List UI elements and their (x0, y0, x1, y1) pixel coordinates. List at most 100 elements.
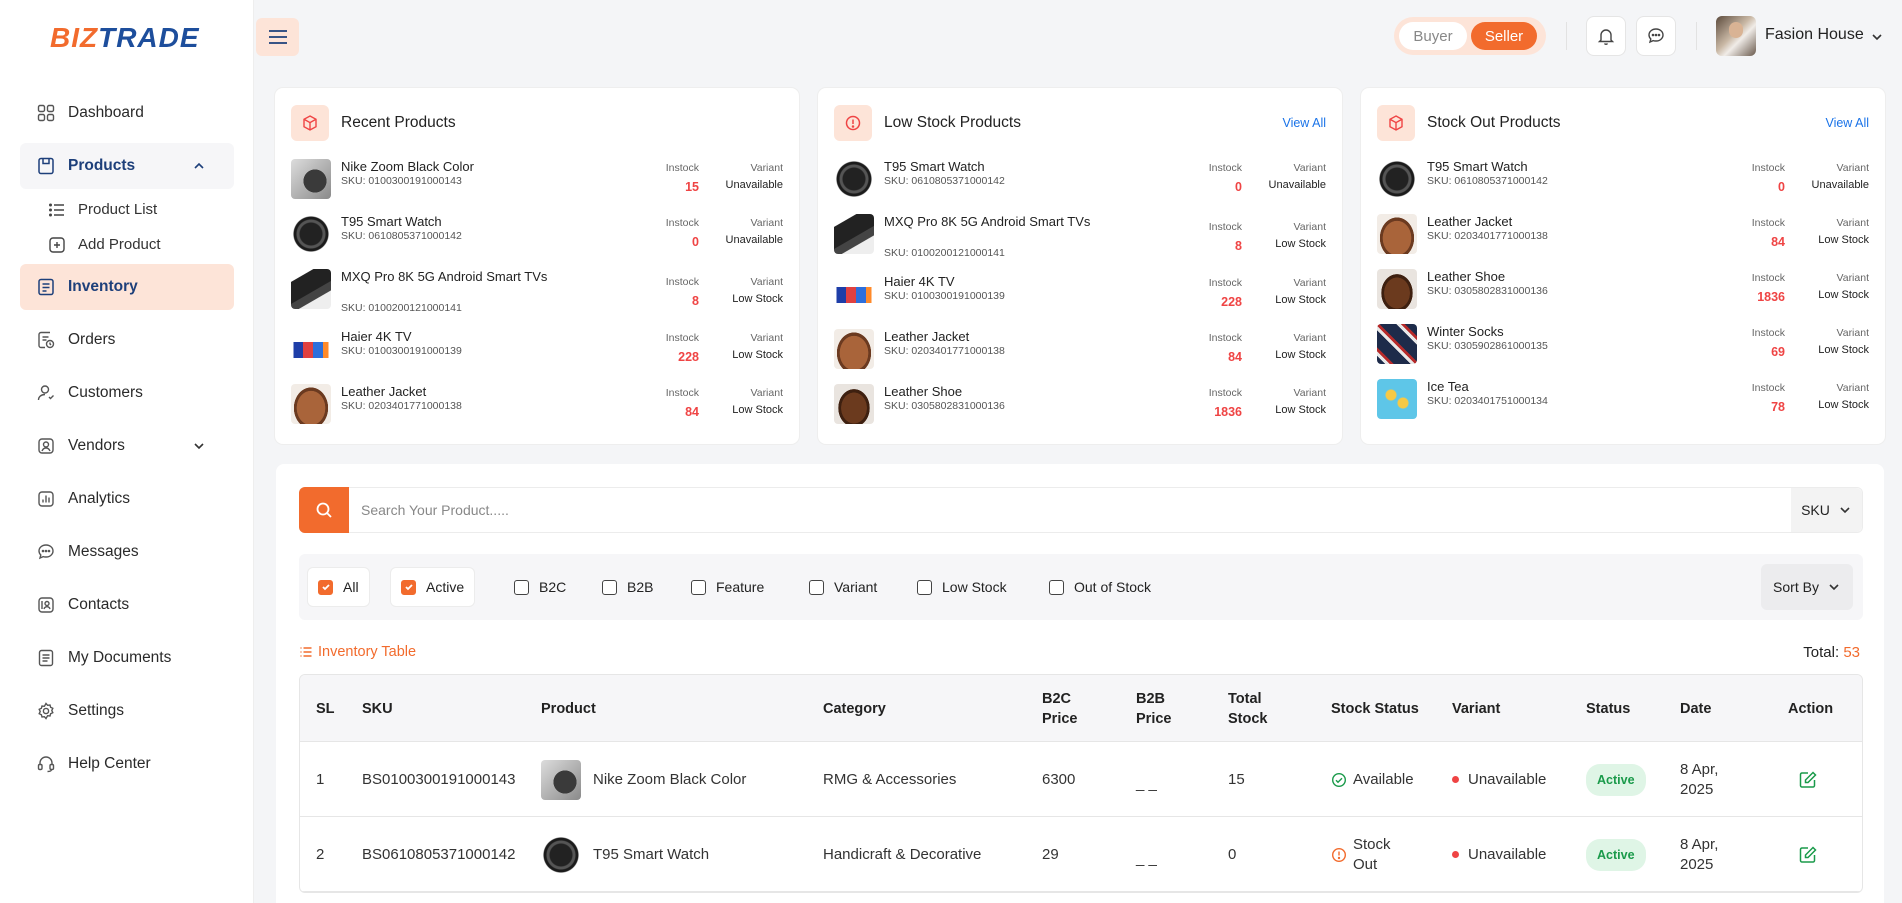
product-row[interactable]: MXQ Pro 8K 5G Android Smart TVs SKU: 0100… (291, 260, 783, 320)
col-b2b-price[interactable]: B2B Price (1136, 675, 1186, 742)
buyer-option[interactable]: Buyer (1399, 22, 1467, 50)
orders-icon (38, 331, 55, 349)
seller-option[interactable]: Seller (1471, 22, 1537, 50)
menu-toggle-button[interactable] (256, 18, 299, 56)
sort-by-button[interactable]: Sort By (1761, 564, 1853, 610)
filter-variant[interactable]: Variant (799, 568, 887, 606)
cell-product: Nike Zoom Black Color (541, 742, 746, 817)
product-row[interactable]: Leather Jacket SKU: 0203401771000138 Insto… (291, 375, 783, 430)
col-action[interactable]: Action (1788, 675, 1833, 742)
product-name: MXQ Pro 8K 5G Android Smart TVs (884, 214, 1091, 229)
sidebar-item-analytics[interactable]: Analytics (20, 476, 234, 522)
sidebar-item-product-list[interactable]: Product List (48, 192, 234, 227)
sidebar-item-contacts[interactable]: Contacts (20, 582, 234, 628)
product-name: T95 Smart Watch (341, 214, 442, 229)
search-mode-select[interactable]: SKU (1791, 488, 1862, 532)
product-thumbnail (1377, 324, 1417, 364)
avatar[interactable] (1716, 16, 1756, 56)
filter-all[interactable]: All (308, 568, 369, 606)
filter-b2b[interactable]: B2B (592, 568, 663, 606)
product-row[interactable]: Haier 4K TV SKU: 0100300191000139 Instock 2… (291, 320, 783, 375)
col-date[interactable]: Date (1680, 675, 1711, 742)
checkbox[interactable] (1049, 579, 1064, 595)
product-name: Leather Shoe (1427, 269, 1506, 284)
col-product[interactable]: Product (541, 675, 596, 742)
checkbox[interactable] (514, 579, 529, 595)
product-name: Haier 4K TV (884, 274, 955, 289)
sidebar-item-orders[interactable]: Orders (20, 317, 234, 363)
product-sku: SKU: 0305802831000136 (1427, 285, 1548, 297)
sidebar-item-label: Settings (68, 702, 125, 719)
sidebar-item-messages[interactable]: Messages (20, 529, 234, 575)
product-name: Ice Tea (1427, 379, 1469, 394)
search-button[interactable] (299, 487, 349, 533)
product-row[interactable]: Leather Shoe SKU: 0305802831000136 Instock… (1377, 260, 1869, 315)
sidebar-item-inventory[interactable]: Inventory (20, 264, 234, 310)
col-stock-status[interactable]: Stock Status (1331, 675, 1419, 742)
table-row[interactable]: 1 BS0100300191000143 Nike Zoom Black Color… (300, 742, 1862, 817)
product-row[interactable]: Leather Jacket SKU: 0203401771000138 Insto… (1377, 205, 1869, 260)
checkbox[interactable] (917, 579, 932, 595)
product-row[interactable]: Leather Jacket SKU: 0203401771000138 Insto… (834, 320, 1326, 375)
checkbox[interactable] (691, 579, 706, 595)
sidebar-item-help-center[interactable]: Help Center (20, 741, 234, 787)
sidebar-item-settings[interactable]: Settings (20, 688, 234, 734)
filter-active[interactable]: Active (391, 568, 475, 606)
chat-button[interactable] (1636, 16, 1676, 56)
product-name: Winter Socks (1427, 324, 1504, 339)
sidebar-item-vendors[interactable]: Vendors (20, 423, 234, 469)
variant-value: Low Stock (1818, 234, 1869, 246)
product-row[interactable]: Winter Socks SKU: 0305902861000135 Instock… (1377, 315, 1869, 370)
product-row[interactable]: MXQ Pro 8K 5G Android Smart TVs SKU: 0100… (834, 205, 1326, 265)
col-status[interactable]: Status (1586, 675, 1630, 742)
contacts-icon (38, 597, 54, 613)
checkbox-checked[interactable] (401, 579, 416, 595)
checkbox[interactable] (602, 579, 617, 595)
checkbox[interactable] (809, 579, 824, 595)
col-variant[interactable]: Variant (1452, 675, 1500, 742)
product-row[interactable]: T95 Smart Watch SKU: 0610805371000142 Inst… (1377, 150, 1869, 205)
product-row[interactable]: Haier 4K TV SKU: 0100300191000139 Instock 2… (834, 265, 1326, 320)
sidebar-item-my-documents[interactable]: My Documents (20, 635, 234, 681)
sidebar-item-customers[interactable]: Customers (20, 370, 234, 416)
status-badge: Active (1586, 763, 1646, 796)
col-sku[interactable]: SKU (362, 675, 393, 742)
col-b2c-price[interactable]: B2C Price (1042, 675, 1092, 742)
product-row[interactable]: Ice Tea SKU: 0203401751000134 Instock 78 Var… (1377, 370, 1869, 425)
cell-status: Active (1586, 742, 1646, 817)
user-name[interactable]: Fasion House (1765, 26, 1864, 44)
table-row[interactable]: 2 BS0610805371000142 T95 Smart Watch Handic… (300, 817, 1862, 892)
brand-logo[interactable]: BIZTRADE (50, 22, 200, 54)
search-input[interactable] (349, 488, 1791, 532)
notifications-button[interactable] (1586, 16, 1626, 56)
col-total-stock[interactable]: Total Stock (1228, 675, 1278, 742)
sidebar-item-dashboard[interactable]: Dashboard (20, 90, 234, 136)
product-thumbnail (1377, 214, 1417, 254)
filter-feature[interactable]: Feature (681, 568, 774, 606)
sidebar-item-add-product[interactable]: Add Product (48, 227, 234, 262)
product-thumbnail (1377, 159, 1417, 199)
sidebar-item-label: Help Center (68, 755, 151, 772)
product-row[interactable]: T95 Smart Watch SKU: 0610805371000142 Inst… (834, 150, 1326, 205)
edit-icon[interactable] (1798, 770, 1818, 790)
product-sku: SKU: 0203401771000138 (341, 400, 462, 412)
product-row[interactable]: Nike Zoom Black Color SKU: 01003001910001… (291, 150, 783, 205)
variant-label: Variant (750, 387, 784, 399)
product-name: Leather Shoe (884, 384, 963, 399)
checkbox-checked[interactable] (318, 579, 333, 595)
variant-label: Variant (1293, 387, 1327, 399)
edit-icon[interactable] (1798, 845, 1818, 865)
product-row[interactable]: T95 Smart Watch SKU: 0610805371000142 Inst… (291, 205, 783, 260)
col-sl[interactable]: SL (316, 675, 335, 742)
product-row[interactable]: Leather Shoe SKU: 0305802831000136 Instock… (834, 375, 1326, 430)
product-sku: SKU: 0100300191000139 (884, 290, 1005, 302)
view-all-link[interactable]: View All (1282, 116, 1326, 130)
col-category[interactable]: Category (823, 675, 886, 742)
cell-variant: Unavailable (1452, 742, 1546, 817)
view-all-link[interactable]: View All (1825, 116, 1869, 130)
chevron-down-icon[interactable] (1870, 30, 1884, 44)
filter-low-stock[interactable]: Low Stock (907, 568, 1017, 606)
sidebar-item-products[interactable]: Products (20, 143, 234, 189)
filter-out-of-stock[interactable]: Out of Stock (1039, 568, 1161, 606)
filter-b2c[interactable]: B2C (504, 568, 576, 606)
